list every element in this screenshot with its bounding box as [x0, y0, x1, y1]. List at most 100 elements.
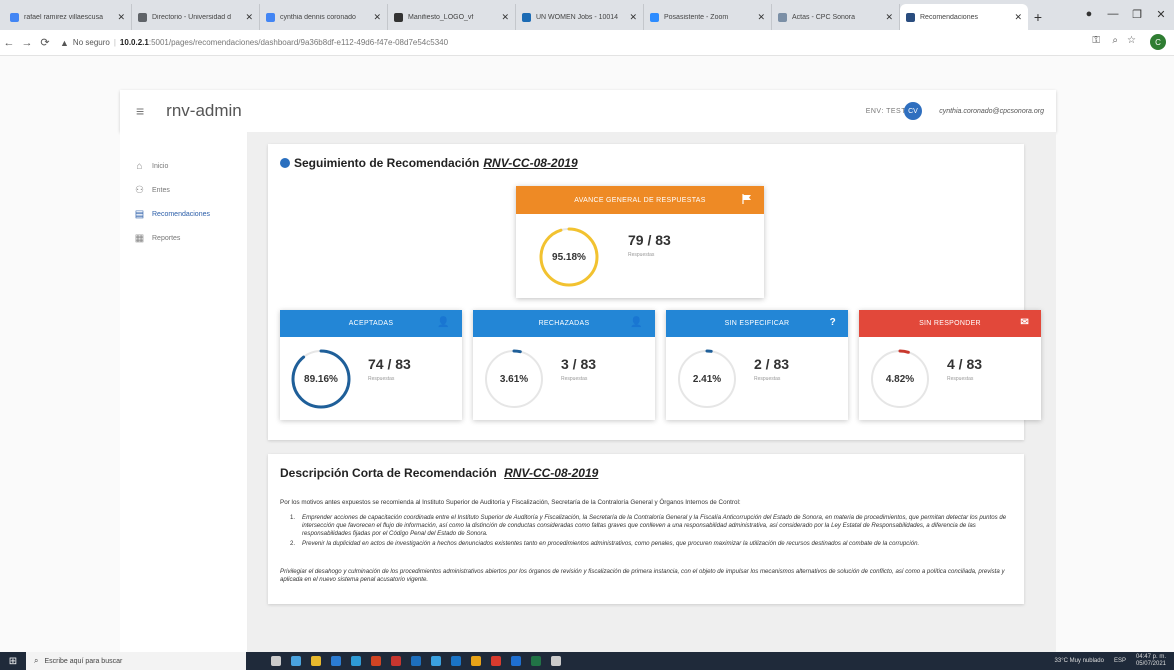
tab-label: Directorio - Universidad d	[152, 13, 231, 21]
forward-icon[interactable]: →	[18, 37, 36, 49]
tab-close-icon[interactable]: ✕	[1014, 12, 1022, 23]
app-glyph-icon	[391, 656, 401, 666]
tab-label: rafael ramirez villaescusa	[24, 13, 103, 21]
taskbar-app-icon[interactable]	[406, 652, 426, 670]
account-icon[interactable]: ●	[1076, 4, 1102, 24]
list-item-text: Prevenir la duplicidad en actos de inves…	[302, 540, 920, 547]
tab-close-icon[interactable]: ✕	[373, 12, 381, 23]
address-bar: ← → ⟳ ▲ No seguro | 10.0.2.1 :5001/pages…	[0, 30, 1174, 56]
tab-active[interactable]: Recomendaciones ✕	[900, 4, 1028, 30]
browser-tab[interactable]: UN WOMEN Jobs - 10014 ✕	[516, 4, 644, 30]
taskbar-app-icon[interactable]	[306, 652, 326, 670]
app-glyph-icon	[451, 656, 461, 666]
tab-close-icon[interactable]: ✕	[501, 12, 509, 23]
app-glyph-icon	[311, 656, 321, 666]
tab-close-icon[interactable]: ✕	[245, 12, 253, 23]
lang-indicator[interactable]: ESP	[1114, 658, 1126, 664]
app-glyph-icon	[291, 656, 301, 666]
profile-avatar[interactable]: C	[1150, 34, 1166, 50]
bookmark-star-icon[interactable]: ☆	[1127, 35, 1136, 46]
calendar-icon: ▦	[134, 232, 145, 244]
app-glyph-icon	[411, 656, 421, 666]
browser-tab[interactable]: Actas - CPC Sonora ✕	[772, 4, 900, 30]
zoom-icon[interactable]: ⌕	[1112, 35, 1118, 46]
taskbar-app-icon[interactable]	[526, 652, 546, 670]
clock-date: 05/07/2021	[1135, 661, 1166, 667]
url-path: :5001/pages/recomendaciones/dashboard/9a…	[148, 38, 449, 47]
stat-card-sin-responder: SIN RESPONDER ✉ 4.82% 4 / 83 Respuestas	[859, 310, 1041, 420]
clock[interactable]: 04:47 p. m. 05/07/2021	[1136, 654, 1166, 668]
url-field[interactable]: ▲ No seguro | 10.0.2.1 :5001/pages/recom…	[60, 33, 1100, 53]
sidebar-item-reportes[interactable]: ▦ Reportes	[120, 226, 247, 250]
user-x-icon: 👤	[630, 317, 643, 328]
app-glyph-icon	[491, 656, 501, 666]
windows-start-icon[interactable]: ⊞	[0, 652, 26, 670]
taskbar-app-icon[interactable]	[326, 652, 346, 670]
menu-icon[interactable]: ≡	[136, 103, 144, 119]
list-item-number: 2.	[290, 540, 296, 547]
app-glyph-icon	[471, 656, 481, 666]
taskbar-app-icon[interactable]	[386, 652, 406, 670]
taskbar-app-icon[interactable]	[426, 652, 446, 670]
taskbar-app-icon[interactable]	[506, 652, 526, 670]
sidebar-item-label: Reportes	[152, 234, 181, 242]
taskbar-app-icon[interactable]	[366, 652, 386, 670]
tab-close-icon[interactable]: ✕	[757, 12, 765, 23]
tab-close-icon[interactable]: ✕	[117, 12, 125, 23]
description-footer: Privilegiar el desahogo y culminación de…	[280, 568, 1005, 583]
user-avatar[interactable]: CV	[904, 102, 922, 120]
tab-favicon-icon	[522, 12, 531, 22]
sidebar-item-label: Entes	[152, 186, 170, 194]
taskbar-app-icon[interactable]	[266, 652, 286, 670]
description-list: 1. Emprender acciones de capacitación coo…	[290, 514, 1020, 550]
browser-tab[interactable]: Manifiesto_LOGO_vf ✕	[388, 4, 516, 30]
taskbar-app-icon[interactable]	[446, 652, 466, 670]
sidebar-item-entes[interactable]: ⚇ Entes	[120, 178, 247, 202]
browser-tab[interactable]: cynthia dennis coronado ✕	[260, 4, 388, 30]
maximize-button[interactable]: ❐	[1124, 4, 1150, 24]
tab-close-icon[interactable]: ✕	[885, 12, 893, 23]
user-email[interactable]: cynthia.coronado@cpcsonora.org	[939, 108, 1044, 115]
tab-close-icon[interactable]: ✕	[629, 12, 637, 23]
reload-icon[interactable]: ⟳	[36, 36, 54, 49]
tracking-title: Seguimiento de Recomendación RNV-CC-08-2…	[280, 156, 578, 170]
tab-label: Recomendaciones	[920, 13, 978, 21]
taskbar-search[interactable]: ⌕ Escribe aquí para buscar	[26, 652, 246, 670]
taskbar-app-icon[interactable]	[546, 652, 566, 670]
browser-tab-strip: rafael ramirez villaescusa ✕ Directorio - …	[0, 0, 1174, 30]
main-content: Seguimiento de Recomendación RNV-CC-08-2…	[248, 132, 1056, 652]
app-glyph-icon	[531, 656, 541, 666]
user-check-icon: 👤	[437, 317, 450, 328]
tab-label: Manifiesto_LOGO_vf	[408, 13, 474, 21]
list-item-number: 1.	[290, 514, 296, 521]
url-host: 10.0.2.1	[119, 38, 149, 47]
taskbar-app-icon[interactable]	[466, 652, 486, 670]
tab-favicon-icon	[778, 12, 787, 22]
stat-header: ACEPTADAS 👤	[280, 310, 462, 337]
system-tray: 33°C Muy nublado ESP 04:47 p. m. 05/07/2…	[1055, 652, 1166, 670]
taskbar-app-icon[interactable]	[486, 652, 506, 670]
back-icon[interactable]: ←	[0, 37, 18, 49]
list-item: 2. Prevenir la duplicidad en actos de inv…	[290, 540, 1020, 548]
sidebar-item-recomendaciones[interactable]: ▤ Recomendaciones	[120, 202, 247, 226]
stat-sub: Respuestas	[368, 376, 395, 382]
tracking-card: Seguimiento de Recomendación RNV-CC-08-2…	[268, 144, 1041, 440]
app-glyph-icon	[511, 656, 521, 666]
tab-favicon-icon	[266, 12, 275, 22]
sidebar-item-inicio[interactable]: ⌂ Inicio	[120, 154, 247, 178]
tracking-title-text: Seguimiento de Recomendación	[294, 156, 480, 170]
browser-tab[interactable]: Directorio - Universidad d ✕	[132, 4, 260, 30]
tab-favicon-icon	[138, 12, 147, 22]
taskbar-app-icon[interactable]	[346, 652, 366, 670]
minimize-button[interactable]: —	[1100, 4, 1126, 24]
new-tab-button[interactable]: +	[1028, 4, 1048, 30]
window-close-button[interactable]: ✕	[1148, 4, 1174, 24]
general-progress-header-text: AVANCE GENERAL DE RESPUESTAS	[574, 196, 706, 204]
browser-tab[interactable]: Posasistente - Zoom ✕	[644, 4, 772, 30]
taskbar-app-icon[interactable]	[286, 652, 306, 670]
description-card: Descripción Corta de Recomendación RNV-C…	[268, 454, 1024, 604]
key-icon[interactable]: ⚿	[1092, 35, 1100, 46]
stat-card-sin-especificar: SIN ESPECIFICAR? 2.41% 2 / 83 Respuestas	[666, 310, 848, 420]
browser-tab[interactable]: rafael ramirez villaescusa ✕	[4, 4, 132, 30]
tracking-code: RNV-CC-08-2019	[483, 156, 578, 170]
